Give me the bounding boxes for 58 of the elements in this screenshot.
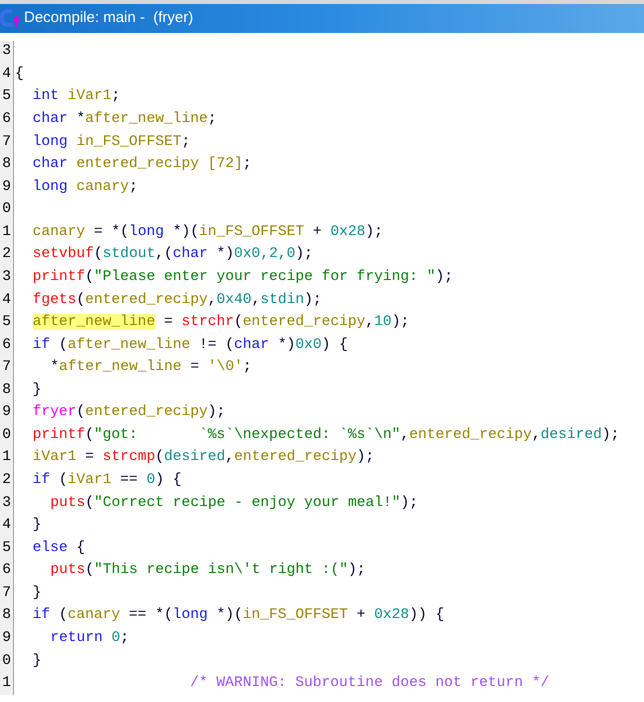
code-line: } (32, 516, 42, 536)
code-line: printf("got: `%s`\nexpected: `%s`\n",entered_recipy,desired); (32, 426, 620, 445)
line-number: 0 (0, 650, 14, 673)
line-number: 0 (0, 424, 14, 448)
code-line: fryer(entered_recipy); (32, 403, 226, 422)
line-number: 4 (0, 64, 14, 86)
code-line: return 0; (49, 628, 130, 648)
code-line: long canary; (32, 178, 138, 197)
code-line: after_new_line = strchr(entered_recipy,10); (32, 313, 410, 332)
line-number: 3 (0, 492, 14, 515)
code-line: } (32, 652, 42, 671)
code-line: if (iVar1 == 0) { (32, 471, 182, 490)
code-line: iVar1 = strcmp(desired,entered_recipy); (32, 448, 374, 468)
line-number: 9 (0, 402, 14, 425)
line-number: 6 (0, 560, 14, 582)
line-number: 8 (0, 154, 14, 176)
line-number: 5 (0, 312, 14, 334)
line-number: 3 (0, 41, 14, 64)
line-number: 2 (0, 244, 14, 267)
line-number: 5 (0, 537, 14, 560)
line-number: 7 (0, 582, 14, 606)
line-number: 1 (0, 222, 14, 244)
code-line: printf("Please enter your recipe for frying: "); (32, 268, 453, 287)
line-number: 1 (0, 447, 14, 470)
line-number: 6 (0, 334, 14, 357)
code-line: puts("This recipe isn\'t right :("); (49, 561, 366, 580)
code-line: long in_FS_OFFSET; (32, 132, 190, 152)
line-number: 7 (0, 356, 14, 380)
line-number: 3 (0, 266, 14, 290)
line-number: 1 (0, 672, 14, 696)
line-number: 0 (0, 198, 14, 222)
code-line: } (32, 380, 42, 400)
code-line: fgets(entered_recipy,0x40,stdin); (32, 290, 322, 310)
code-line: setvbuf(stdout,(char *)0x0,2,0); (32, 245, 313, 264)
line-number: 9 (0, 628, 14, 650)
code-line: else { (32, 538, 86, 558)
code-line: int iVar1; (32, 87, 120, 106)
code-line: *after_new_line = '\0'; (49, 358, 252, 378)
line-number: 4 (0, 514, 14, 538)
code-line: { (14, 64, 24, 84)
code-line: /* WARNING: Subroutine does not return */ (189, 674, 550, 694)
line-number: 5 (0, 86, 14, 109)
line-number: 2 (0, 470, 14, 492)
code-line: puts("Correct recipe - enjoy your meal!"); (49, 494, 418, 513)
decompiler-icon (0, 8, 20, 30)
line-number: 6 (0, 108, 14, 132)
code-line: if (after_new_line != (char *)0x0) { (32, 336, 348, 355)
line-number: 9 (0, 176, 14, 199)
line-number: 8 (0, 605, 14, 628)
code-line: canary = *(long *)(in_FS_OFFSET + 0x28); (32, 222, 383, 242)
window-title: Decompile: main - (fryer) (24, 8, 194, 28)
code-line: char entered_recipy [72]; (32, 155, 252, 174)
line-number: 8 (0, 379, 14, 402)
line-number: 4 (0, 289, 14, 312)
code-line: char *after_new_line; (32, 110, 217, 130)
code-line: if (canary == *(long *)(in_FS_OFFSET + 0x28)) { (32, 606, 444, 626)
line-number: 7 (0, 131, 14, 154)
code-line: } (32, 584, 42, 603)
